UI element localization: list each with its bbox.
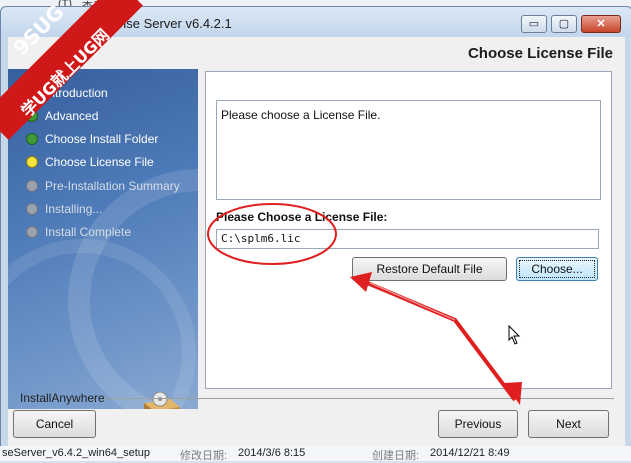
step-current-arrow-icon	[26, 156, 38, 168]
step-item: Advanced	[26, 109, 98, 123]
maximize-button[interactable]: ▢	[551, 15, 577, 33]
license-file-label: Please Choose a License File:	[216, 210, 388, 224]
next-button[interactable]: Next	[528, 410, 609, 438]
step-item: Pre-Installation Summary	[26, 179, 180, 193]
step-pending-icon	[26, 180, 38, 192]
step-done-icon	[26, 133, 38, 145]
footer-divider	[104, 398, 614, 399]
step-done-icon	[26, 87, 38, 99]
step-label: Introduction	[45, 86, 108, 100]
step-item: Choose License File	[26, 155, 154, 169]
instruction-text: Please choose a License File.	[221, 108, 381, 122]
step-label: Pre-Installation Summary	[45, 179, 180, 193]
step-label: Choose License File	[45, 155, 154, 169]
minimize-icon: ▭	[528, 18, 540, 30]
maximize-icon: ▢	[558, 18, 570, 30]
installer-box-icon	[144, 391, 180, 409]
focus-ring	[519, 260, 595, 278]
previous-button[interactable]: Previous	[438, 410, 518, 438]
choose-file-button[interactable]: Choose...	[516, 257, 598, 281]
page-title: Choose License File	[467, 45, 613, 62]
close-icon: ✕	[596, 18, 606, 30]
step-item: Choose Install Folder	[26, 132, 158, 146]
restore-default-file-button[interactable]: Restore Default File	[352, 257, 507, 281]
installanywhere-brand: InstallAnywhere	[20, 391, 105, 405]
step-item: Introduction	[26, 86, 108, 100]
message-box: Please choose a License File.	[216, 100, 601, 200]
step-header: Choose License File	[8, 37, 625, 69]
step-pending-icon	[26, 203, 38, 215]
status-created-value: 2014/12/21 8:49	[430, 447, 510, 459]
step-label: Advanced	[45, 109, 99, 123]
license-path-input[interactable]: C:\splm6.lic	[216, 229, 599, 249]
installer-window: nse Server v6.4.2.1 ▭ ▢ ✕ Choose License…	[0, 6, 631, 448]
step-label: Choose Install Folder	[45, 132, 159, 146]
cancel-button[interactable]: Cancel	[13, 410, 96, 438]
explorer-status-bar: seServer_v6.4.2_win64_setup 修改日期: 2014/3…	[0, 446, 631, 462]
installer-client: Choose License File Introduction Advance…	[8, 37, 625, 447]
window-title: nse Server v6.4.2.1	[119, 16, 232, 31]
step-item: Installing...	[26, 202, 102, 216]
step-label: Install Complete	[45, 225, 132, 239]
steps-sidebar: Introduction Advanced Choose Install Fol…	[8, 69, 198, 409]
minimize-button[interactable]: ▭	[521, 15, 547, 33]
step-item: Install Complete	[26, 225, 131, 239]
title-bar[interactable]: nse Server v6.4.2.1 ▭ ▢ ✕	[1, 7, 631, 37]
step-label: Installing...	[45, 202, 103, 216]
status-modified-value: 2014/3/6 8:15	[238, 447, 306, 459]
content-panel: Please choose a License File. Please Cho…	[205, 71, 612, 389]
close-button[interactable]: ✕	[581, 15, 621, 33]
step-pending-icon	[26, 226, 38, 238]
step-done-icon	[26, 110, 38, 122]
status-filename: seServer_v6.4.2_win64_setup	[2, 447, 150, 459]
